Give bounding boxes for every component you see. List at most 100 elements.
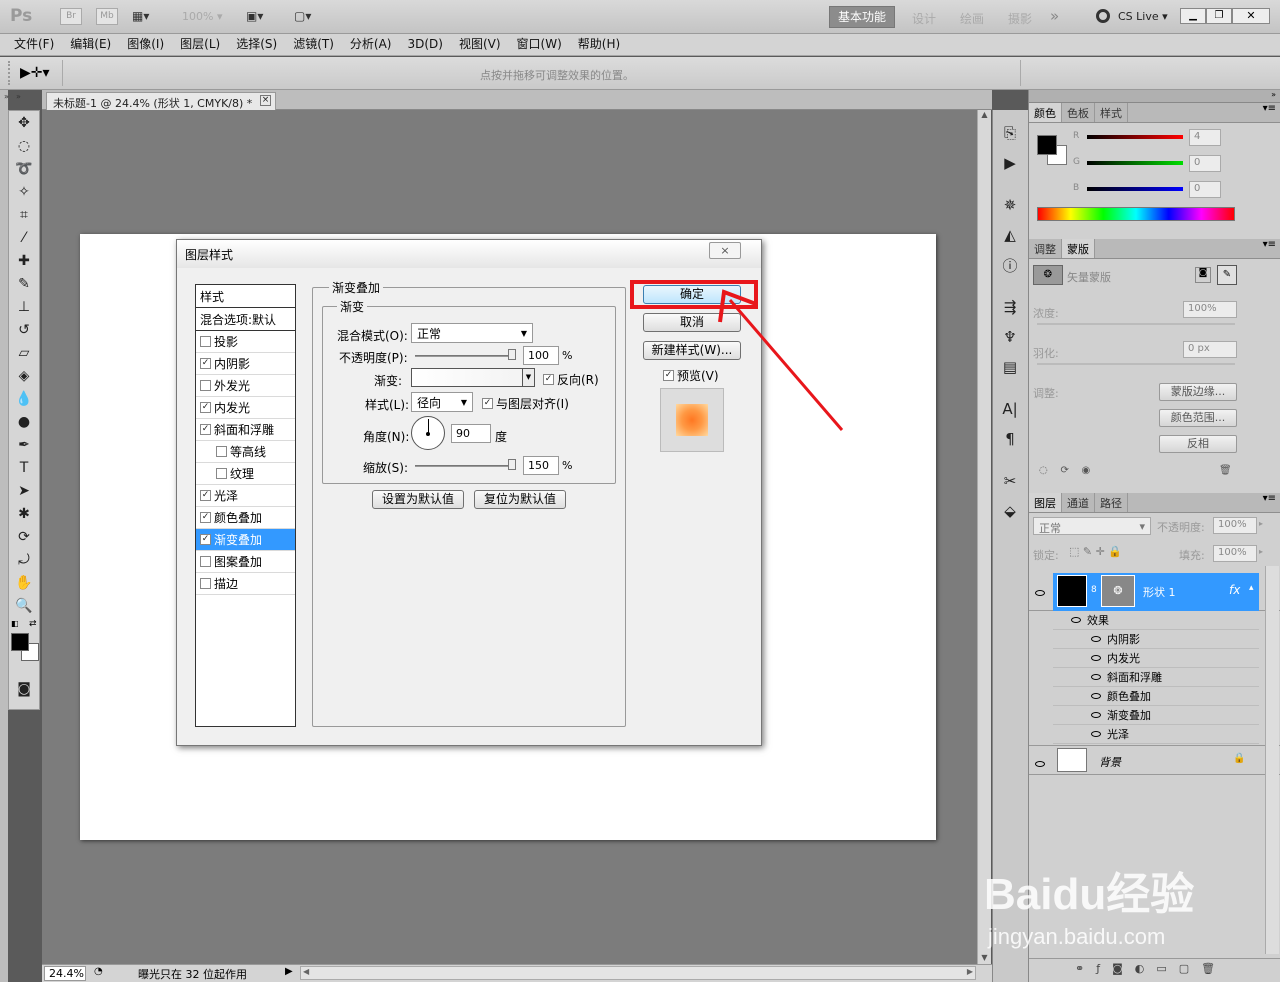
- opacity-input[interactable]: 100: [523, 346, 559, 365]
- menu-item[interactable]: 滤镜(T): [285, 34, 342, 55]
- color-spectrum-bar[interactable]: [1037, 207, 1235, 221]
- workspace-essentials[interactable]: 基本功能: [829, 6, 895, 28]
- layer-visibility-eye-icon[interactable]: [1035, 585, 1045, 599]
- menu-item[interactable]: 帮助(H): [570, 34, 628, 55]
- mask-edge-button[interactable]: 蒙版边缘...: [1159, 383, 1237, 401]
- menu-item[interactable]: 文件(F): [6, 34, 62, 55]
- dodge-tool-icon[interactable]: ●: [9, 410, 39, 433]
- effect-eye-icon[interactable]: [1091, 655, 1101, 661]
- green-slider[interactable]: [1087, 161, 1183, 165]
- history-brush-tool-icon[interactable]: ↺: [9, 318, 39, 341]
- style-checkbox[interactable]: [200, 578, 211, 589]
- fx-expand-icon[interactable]: ▴: [1249, 583, 1254, 593]
- styles-header[interactable]: 样式: [196, 285, 295, 308]
- shape-tool-icon[interactable]: ✱: [9, 502, 39, 525]
- close-document-icon[interactable]: ×: [260, 95, 271, 106]
- effect-row[interactable]: 内阴影: [1053, 630, 1259, 649]
- histogram-panel-icon[interactable]: ◭: [993, 220, 1027, 250]
- arrange-documents-menu[interactable]: ▣▾: [246, 9, 263, 23]
- effect-eye-icon[interactable]: [1091, 731, 1101, 737]
- tab-layers[interactable]: 图层: [1029, 493, 1062, 512]
- workspace-photography[interactable]: 摄影: [1008, 10, 1032, 27]
- pixel-mask-icon[interactable]: ❂: [1033, 265, 1063, 285]
- info-panel-icon[interactable]: ⓘ: [993, 250, 1027, 280]
- paint-bucket-tool-icon[interactable]: ◈: [9, 364, 39, 387]
- menu-item[interactable]: 图像(I): [119, 34, 172, 55]
- tab-styles[interactable]: 样式: [1095, 103, 1128, 122]
- layer-opacity-field[interactable]: 100%: [1213, 517, 1257, 534]
- blue-slider[interactable]: [1087, 187, 1183, 191]
- clone-stamp-tool-icon[interactable]: ⊥: [9, 295, 39, 318]
- effect-row[interactable]: 斜面和浮雕: [1053, 668, 1259, 687]
- style-item[interactable]: 外发光: [196, 375, 295, 397]
- effect-row[interactable]: 颜色叠加: [1053, 687, 1259, 706]
- set-default-button[interactable]: 设置为默认值: [372, 490, 464, 509]
- restore-button[interactable]: ❐: [1206, 8, 1232, 24]
- horizontal-scrollbar[interactable]: ◀ ▶: [300, 966, 976, 980]
- history-panel-icon[interactable]: ⎘: [993, 118, 1027, 148]
- workspace-design[interactable]: 设计: [912, 10, 936, 27]
- style-checkbox[interactable]: [200, 336, 211, 347]
- style-checkbox[interactable]: [216, 468, 227, 479]
- screen-mode-menu[interactable]: ▢▾: [294, 9, 311, 23]
- foreground-color-swatch[interactable]: [11, 633, 29, 651]
- tab-adjustments[interactable]: 调整: [1029, 239, 1062, 258]
- bridge-button[interactable]: Br: [60, 8, 82, 25]
- menu-item[interactable]: 选择(S): [228, 34, 285, 55]
- layers-footer-icons[interactable]: ⚭ƒ◙◐▭▢🗑: [1029, 958, 1280, 980]
- align-with-layer-checkbox[interactable]: ✓ 与图层对齐(I): [482, 395, 569, 412]
- menu-item[interactable]: 3D(D): [399, 34, 450, 55]
- tab-channels[interactable]: 通道: [1062, 493, 1095, 512]
- healing-brush-tool-icon[interactable]: ✚: [9, 249, 39, 272]
- dialog-close-button[interactable]: ×: [709, 242, 741, 259]
- style-item[interactable]: 等高线: [196, 441, 295, 463]
- style-checkbox[interactable]: ✓: [200, 512, 211, 523]
- delete-mask-icon[interactable]: 🗑: [1219, 465, 1232, 476]
- style-item[interactable]: ✓ 内阴影: [196, 353, 295, 375]
- tab-color[interactable]: 颜色: [1029, 103, 1062, 122]
- fx-icon[interactable]: fx: [1229, 583, 1240, 597]
- density-slider[interactable]: [1037, 323, 1235, 325]
- style-item[interactable]: ✓ 颜色叠加: [196, 507, 295, 529]
- gradient-picker[interactable]: ▼: [411, 368, 535, 387]
- effect-eye-icon[interactable]: [1091, 674, 1101, 680]
- panel-menu-icon[interactable]: ▾≡: [1128, 103, 1280, 122]
- minimize-button[interactable]: ▁: [1180, 8, 1206, 24]
- red-slider[interactable]: [1087, 135, 1183, 139]
- document-tab[interactable]: 未标题-1 @ 24.4% (形状 1, CMYK/8) * ×: [46, 92, 276, 111]
- gradient-style-select[interactable]: 径向 ▼: [411, 392, 473, 412]
- move-tool-preset-icon[interactable]: ▶✛▾: [20, 65, 50, 81]
- 3d-light-panel-icon[interactable]: ⬙: [993, 496, 1027, 526]
- style-item[interactable]: 图案叠加: [196, 551, 295, 573]
- style-item[interactable]: 投影: [196, 331, 295, 353]
- 3d-panel-icon[interactable]: ✂: [993, 466, 1027, 496]
- zoom-tool-icon[interactable]: 🔍: [9, 594, 39, 617]
- blend-options-item[interactable]: 混合选项:默认: [196, 308, 295, 331]
- effect-eye-icon[interactable]: [1091, 712, 1101, 718]
- tab-masks[interactable]: 蒙版: [1062, 239, 1095, 258]
- add-vector-mask-icon[interactable]: ✎: [1217, 265, 1237, 285]
- effect-row[interactable]: 内发光: [1053, 649, 1259, 668]
- style-item[interactable]: ✓ 渐变叠加: [196, 529, 295, 551]
- style-item[interactable]: ✓ 内发光: [196, 397, 295, 419]
- opacity-slider-thumb[interactable]: [508, 349, 516, 360]
- style-checkbox[interactable]: [200, 380, 211, 391]
- style-checkbox[interactable]: ✓: [200, 534, 211, 545]
- zoom-field[interactable]: 24.4%: [44, 966, 86, 981]
- lasso-tool-icon[interactable]: ➰: [9, 157, 39, 180]
- menu-item[interactable]: 视图(V): [451, 34, 509, 55]
- tool-presets-panel-icon[interactable]: ▤: [993, 352, 1027, 382]
- effects-eye-icon[interactable]: [1071, 617, 1081, 623]
- view-extras-menu[interactable]: ▦▾: [132, 9, 164, 24]
- angle-input[interactable]: 90: [451, 424, 491, 443]
- blend-mode-select[interactable]: 正常 ▼: [411, 323, 533, 343]
- feather-slider[interactable]: [1037, 363, 1235, 365]
- hand-tool-icon[interactable]: ✋: [9, 571, 39, 594]
- quick-mask-icon[interactable]: ◙: [9, 677, 39, 700]
- layer-fill-field[interactable]: 100%: [1213, 545, 1257, 562]
- layer-blend-mode-select[interactable]: 正常 ▾: [1033, 517, 1151, 535]
- workspace-painting[interactable]: 绘画: [960, 10, 984, 27]
- menu-item[interactable]: 分析(A): [342, 34, 400, 55]
- color-swatches[interactable]: ◧ ⇄: [9, 617, 39, 677]
- style-item[interactable]: 纹理: [196, 463, 295, 485]
